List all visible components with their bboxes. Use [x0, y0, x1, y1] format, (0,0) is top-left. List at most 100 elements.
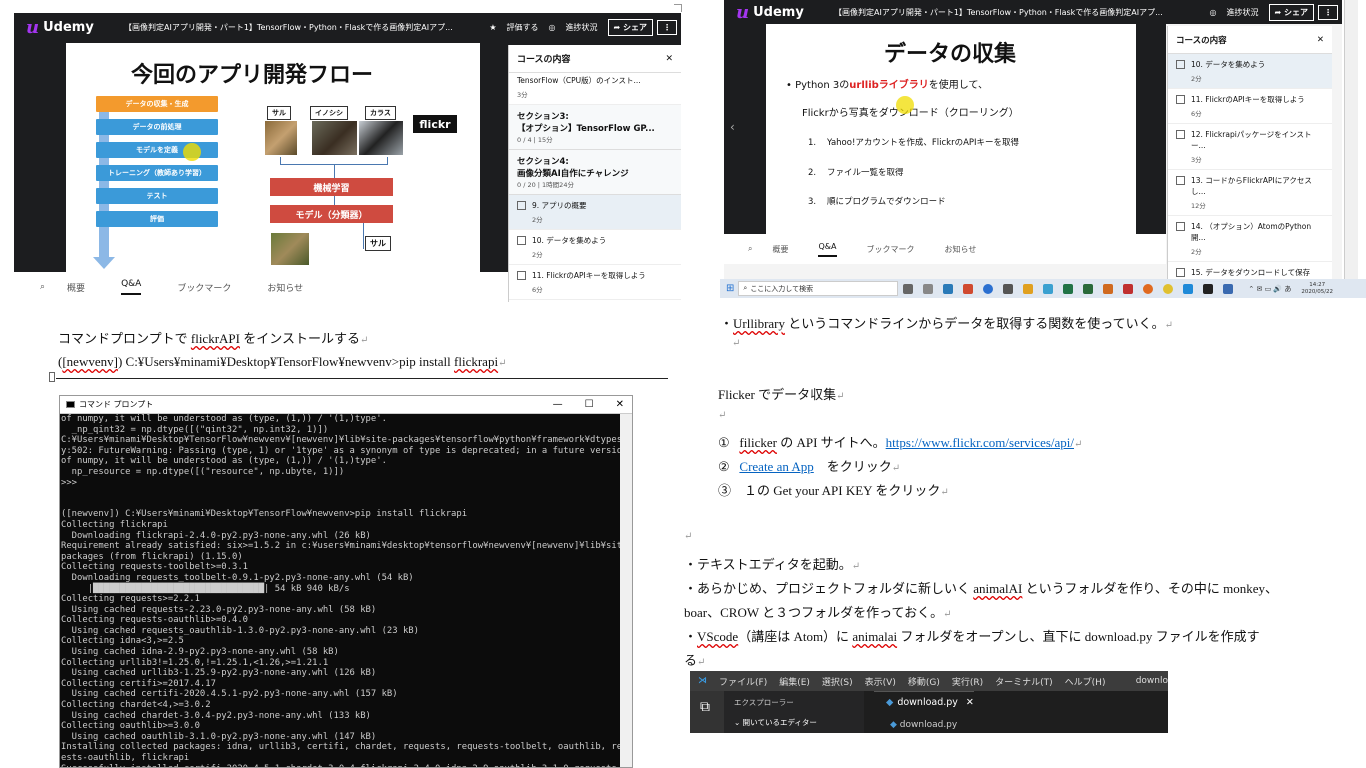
tab-overview[interactable]: 概要: [67, 281, 85, 294]
lecture-item-11[interactable]: 11. FlickrのAPIキーを取得しよう 6分: [1168, 89, 1332, 124]
terminal-icon[interactable]: [1203, 283, 1214, 294]
checkbox[interactable]: [1176, 268, 1185, 277]
cmd-line: Using cached urllib3-1.25.9-py2.py3-none…: [61, 668, 377, 679]
tab-bookmarks[interactable]: ブックマーク: [177, 281, 231, 294]
share-button[interactable]: ➦ シェア: [607, 18, 653, 36]
menu-run[interactable]: 実行(R): [952, 675, 983, 688]
explorer-icon[interactable]: ⧉: [700, 699, 710, 715]
lecture-tabs: ⌕ 概要 Q&A ブックマーク お知らせ: [14, 272, 508, 302]
cmd-line: Collecting flickrapi: [61, 519, 168, 530]
app-icon[interactable]: [963, 283, 974, 294]
flow-step-preprocess: データの前処理: [96, 119, 218, 135]
more-menu-icon[interactable]: ⋮: [1318, 4, 1338, 20]
close-icon[interactable]: ✕: [665, 54, 673, 64]
app-icon[interactable]: [1023, 283, 1034, 294]
checkbox[interactable]: [517, 271, 526, 280]
cmd-line: Collecting certifi>=2017.4.17: [61, 678, 216, 689]
tab-announcements[interactable]: お知らせ: [945, 244, 977, 255]
monkey-photo: [265, 121, 297, 155]
more-menu-icon[interactable]: ⋮: [657, 19, 677, 35]
checkbox[interactable]: [517, 201, 526, 210]
menu-help[interactable]: ヘルプ(H): [1065, 675, 1106, 688]
tray-icons[interactable]: ⌃ ✉ ▭ 🔊 あ: [1248, 284, 1291, 294]
checkbox[interactable]: [1176, 95, 1185, 104]
app-icon[interactable]: [1223, 283, 1234, 294]
cmd-scrollbar[interactable]: [620, 414, 632, 767]
taskbar-search[interactable]: ⌕ ここに入力して検索: [738, 281, 899, 296]
close-icon[interactable]: ✕: [1317, 35, 1324, 45]
windows-start-icon[interactable]: ⊞: [726, 283, 734, 294]
flickr-api-link[interactable]: https://www.flickr.com/services/api/: [886, 435, 1074, 450]
app-icon[interactable]: [1123, 283, 1134, 294]
menu-edit[interactable]: 編集(E): [779, 675, 810, 688]
menu-file[interactable]: ファイル(F): [719, 675, 767, 688]
edge-icon[interactable]: [983, 283, 994, 294]
app-icon[interactable]: [923, 283, 934, 294]
paragraph-mark: ↵: [1164, 320, 1173, 331]
cursor-highlight: [183, 143, 201, 161]
excel-icon[interactable]: [1063, 283, 1074, 294]
prev-arrow-icon[interactable]: ‹: [730, 120, 735, 134]
checkbox[interactable]: [1176, 60, 1185, 69]
tab-announcements[interactable]: お知らせ: [267, 281, 303, 294]
lecture-item-9[interactable]: 9. アプリの概要 2分: [509, 195, 681, 230]
lecture-item-10[interactable]: 10. データを集めよう 2分: [1168, 54, 1332, 89]
app-icon[interactable]: [943, 283, 954, 294]
app-icon[interactable]: [1003, 283, 1014, 294]
menu-selection[interactable]: 選択(S): [822, 675, 853, 688]
lecture-item-tensorflow[interactable]: TensorFlow（CPU版）のインスト... 3分: [509, 73, 681, 105]
minimize-icon[interactable]: —: [553, 399, 563, 410]
lecture-item-12[interactable]: 12. Flickrapiパッケージをインストー... 3分: [1168, 124, 1332, 170]
udemy-logo[interactable]: u Udemy: [724, 2, 824, 23]
search-icon[interactable]: ⌕: [748, 244, 752, 254]
search-icon[interactable]: ⌕: [40, 282, 45, 292]
menu-terminal[interactable]: ターミナル(T): [995, 675, 1053, 688]
rate-button[interactable]: 評価する: [507, 22, 539, 33]
taskbar-clock[interactable]: 14:27 2020/05/22: [1301, 282, 1333, 296]
lecture-item-10[interactable]: 10. データを集めよう 2分: [509, 230, 681, 265]
open-file-item[interactable]: ◆ download.py: [890, 720, 957, 730]
editor-tab[interactable]: ◆ download.py ✕: [874, 691, 974, 713]
close-icon[interactable]: ✕: [616, 399, 624, 410]
menu-view[interactable]: 表示(V): [865, 675, 896, 688]
checkbox[interactable]: [1176, 176, 1185, 185]
lecture-item-13[interactable]: 13. コードからFlickrAPIにアクセスし... 12分: [1168, 170, 1332, 216]
close-tab-icon[interactable]: ✕: [966, 697, 974, 708]
star-icon[interactable]: ★: [489, 23, 496, 32]
app-icon[interactable]: [1043, 283, 1054, 294]
task-view-icon[interactable]: [903, 283, 914, 294]
progress-button[interactable]: 進捗状況: [566, 22, 598, 33]
checkbox[interactable]: [1176, 130, 1185, 139]
chrome-icon[interactable]: [1163, 283, 1174, 294]
checkbox[interactable]: [517, 236, 526, 245]
create-app-link[interactable]: Create an App: [739, 459, 813, 474]
tab-overview[interactable]: 概要: [772, 244, 788, 255]
tab-bookmarks[interactable]: ブックマーク: [867, 244, 915, 255]
firefox-icon[interactable]: [1143, 283, 1154, 294]
tab-qa[interactable]: Q&A: [818, 242, 837, 257]
paragraph-mark: ↵: [943, 609, 952, 620]
lecture-item-11[interactable]: 11. FlickrのAPIキーを取得しよう 6分: [509, 265, 681, 300]
command-prompt-window: コマンド プロンプト — ☐ ✕ of numpy, it will be unde…: [59, 395, 633, 768]
udemy-logo[interactable]: u Udemy: [14, 17, 114, 38]
share-button[interactable]: ➦ シェア: [1268, 3, 1314, 21]
menu-go[interactable]: 移動(G): [908, 675, 940, 688]
right-panel-scrollbar[interactable]: [1344, 0, 1358, 279]
open-editors-header[interactable]: ⌄ 開いているエディター: [734, 717, 854, 728]
checkbox[interactable]: [1176, 222, 1185, 231]
paragraph-mark: ↵: [732, 338, 741, 349]
tab-qa[interactable]: Q&A: [121, 279, 142, 295]
section-4-header[interactable]: セクション4: 画像分類AI自作にチャレンジ 0 / 20 | 1時間24分: [509, 150, 681, 195]
cmd-output[interactable]: of numpy, it will be understood as (type…: [60, 414, 622, 767]
lecture-item-14[interactable]: 14. （オプション）AtomのPython開... 2分: [1168, 216, 1332, 262]
table-marker: [49, 372, 55, 382]
app-icon[interactable]: [1103, 283, 1114, 294]
vscode-icon[interactable]: [1183, 283, 1194, 294]
cmd-titlebar: コマンド プロンプト — ☐ ✕: [60, 396, 632, 414]
cmd-line: Collecting requests-toolbelt>=0.3.1: [61, 562, 249, 573]
app-icon[interactable]: [1083, 283, 1094, 294]
section-3-header[interactable]: セクション3: 【オプション】TensorFlow GP... 0 / 4 | 15…: [509, 105, 681, 150]
maximize-icon[interactable]: ☐: [585, 399, 594, 410]
progress-button[interactable]: 進捗状況: [1227, 7, 1259, 18]
lecture-item-15[interactable]: 15. データをダウンロードして保存し...: [1168, 262, 1332, 279]
